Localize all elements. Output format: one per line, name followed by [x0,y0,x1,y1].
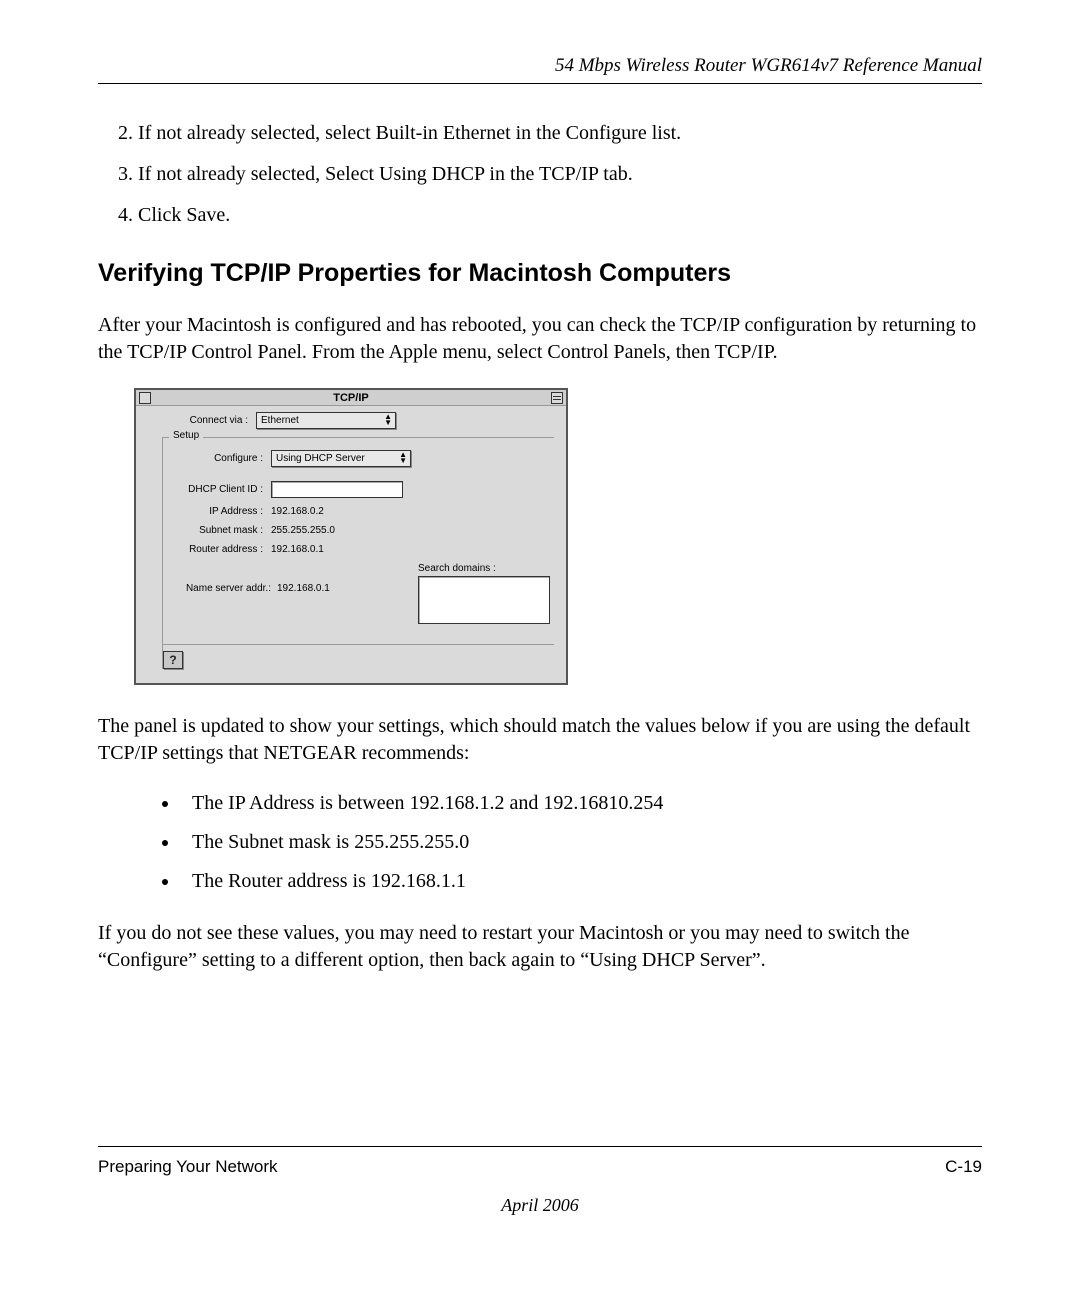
ip-address-label: IP Address : [163,506,271,517]
search-domains-field[interactable] [418,576,550,624]
setup-legend: Setup [169,430,203,441]
connect-via-popup[interactable]: Ethernet ▲▼ [256,412,396,429]
bullet-list: The IP Address is between 192.168.1.2 an… [98,789,982,896]
list-item: The Subnet mask is 255.255.255.0 [180,828,982,857]
intro-paragraph: After your Macintosh is configured and h… [98,312,982,366]
router-value: 192.168.0.1 [271,544,324,555]
chevron-updown-icon: ▲▼ [384,414,392,426]
window-title: TCP/IP [136,392,566,404]
closing-paragraph: If you do not see these values, you may … [98,920,982,974]
configure-value: Using DHCP Server [276,453,365,464]
footer-left: Preparing Your Network [98,1157,278,1177]
list-item: The Router address is 192.168.1.1 [180,867,982,896]
step-item: Click Save. [138,202,982,229]
after-panel-paragraph: The panel is updated to show your settin… [98,713,982,767]
step-list: If not already selected, select Built-in… [98,120,982,229]
section-heading: Verifying TCP/IP Properties for Macintos… [98,259,982,288]
configure-popup[interactable]: Using DHCP Server ▲▼ [271,450,411,467]
step-item: If not already selected, Select Using DH… [138,161,982,188]
help-button[interactable]: ? [163,651,183,669]
ip-address-value: 192.168.0.2 [271,506,324,517]
subnet-value: 255.255.255.0 [271,525,335,536]
chevron-updown-icon: ▲▼ [399,452,407,464]
help-icon: ? [169,653,176,667]
page-header: 54 Mbps Wireless Router WGR614v7 Referen… [98,55,982,84]
connect-via-label: Connect via : [148,415,256,426]
footer-right: C-19 [945,1157,982,1177]
nameserver-label: Name server addr.: [163,563,277,624]
step-item: If not already selected, select Built-in… [138,120,982,147]
connect-via-value: Ethernet [261,415,299,426]
search-domains-label: Search domains : [418,563,550,574]
configure-label: Configure : [163,453,271,464]
tcpip-window: TCP/IP Connect via : Ethernet ▲▼ Setup C… [134,388,568,685]
dhcp-client-label: DHCP Client ID : [163,484,271,495]
list-item: The IP Address is between 192.168.1.2 an… [180,789,982,818]
footer-date: April 2006 [98,1195,982,1216]
dhcp-client-field[interactable] [271,481,403,498]
page-footer: Preparing Your Network C-19 April 2006 [98,1146,982,1216]
setup-group: Setup Configure : Using DHCP Server ▲▼ D… [162,437,554,669]
subnet-label: Subnet mask : [163,525,271,536]
window-titlebar: TCP/IP [136,390,566,406]
nameserver-value: 192.168.0.1 [277,563,387,624]
router-label: Router address : [163,544,271,555]
